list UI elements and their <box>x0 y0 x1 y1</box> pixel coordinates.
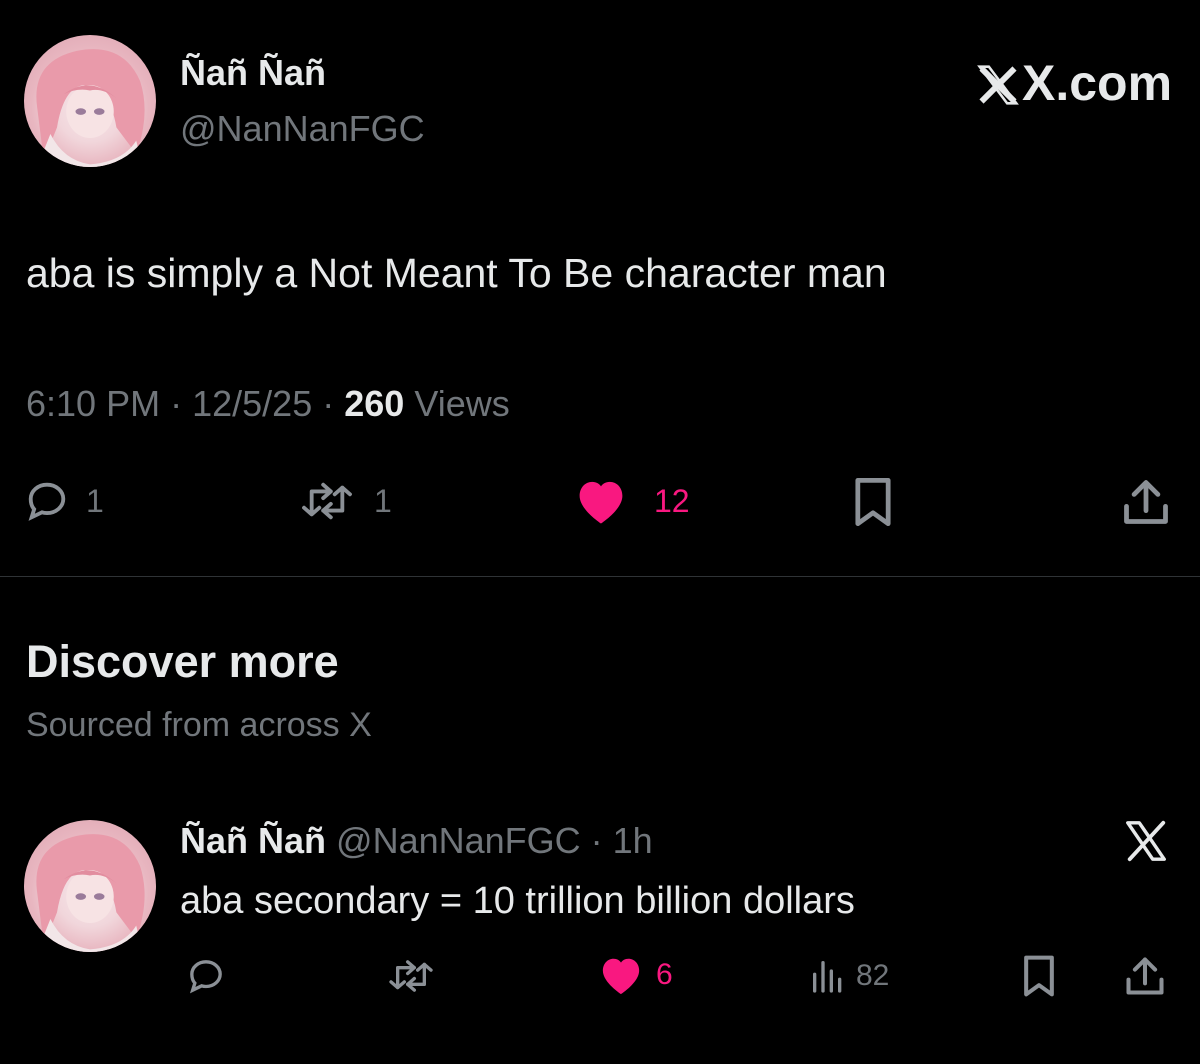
reply-icon[interactable] <box>186 956 226 996</box>
tweet-text: aba is simply a Not Meant To Be characte… <box>26 250 887 296</box>
bookmark-icon[interactable] <box>1020 954 1058 998</box>
suggested-tweet-text: aba secondary = 10 trillion billion doll… <box>180 880 855 922</box>
tweet-date[interactable]: 12/5/25 <box>192 383 312 424</box>
meta-separator: · <box>170 383 183 424</box>
views-label: Views <box>414 383 510 424</box>
avatar[interactable] <box>24 35 156 167</box>
like-button[interactable]: 12 <box>574 476 690 526</box>
reply-count: 1 <box>86 482 104 519</box>
site-label-text: X.com <box>1022 55 1173 111</box>
avatar[interactable] <box>24 820 156 952</box>
x-logo-icon[interactable] <box>1122 818 1170 864</box>
like-count: 6 <box>656 958 673 991</box>
handle[interactable]: @NanNanFGC <box>180 108 425 150</box>
repost-button[interactable]: 1 <box>298 478 392 524</box>
handle-time[interactable]: @NanNanFGC · 1h <box>336 820 653 861</box>
share-icon[interactable] <box>1122 476 1170 528</box>
views-count: 260 <box>344 383 405 424</box>
repost-icon <box>298 478 356 524</box>
like-count: 12 <box>654 482 690 519</box>
tweet-time[interactable]: 6:10 PM <box>26 383 160 424</box>
views-count: 82 <box>856 959 890 992</box>
heart-icon <box>598 954 644 996</box>
reply-button[interactable]: 1 <box>24 478 104 524</box>
like-button[interactable]: 6 <box>598 954 673 996</box>
display-name[interactable]: Ñañ Ñañ <box>180 820 326 861</box>
reply-icon <box>24 478 70 524</box>
discover-subtitle: Sourced from across X <box>26 706 372 744</box>
divider <box>0 576 1200 577</box>
views-button[interactable]: 82 <box>808 956 889 996</box>
meta-separator: · <box>322 383 335 424</box>
views-icon <box>808 956 848 996</box>
site-label: X.com <box>976 54 1172 112</box>
repost-count: 1 <box>374 482 392 519</box>
discover-title: Discover more <box>26 636 339 687</box>
share-icon[interactable] <box>1124 954 1166 998</box>
bookmark-icon[interactable] <box>850 476 896 528</box>
tweet-meta: 6:10 PM · 12/5/25 · 260 Views <box>26 383 510 425</box>
display-name[interactable]: Ñañ Ñañ <box>180 52 326 94</box>
suggested-header: Ñañ Ñañ @NanNanFGC · 1h <box>180 820 653 862</box>
heart-icon <box>574 476 628 526</box>
repost-icon[interactable] <box>386 956 436 996</box>
